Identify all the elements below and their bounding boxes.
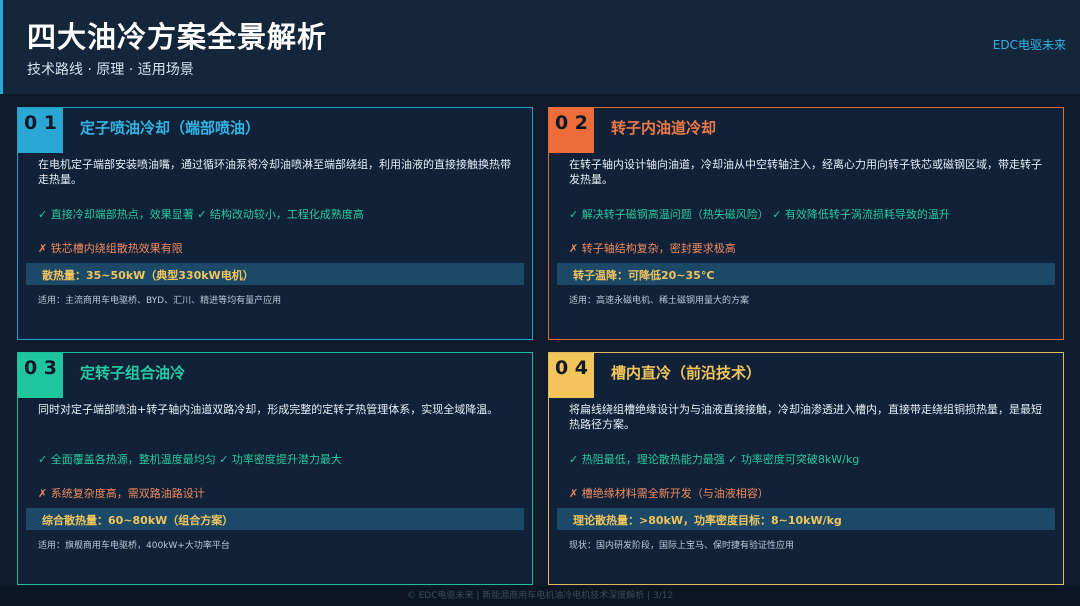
card-title: 定转子组合油冷 xyxy=(80,364,186,382)
slide-footer: © EDC电驱未来 | 新能源商用车电机油冷电机技术深度解析 | 3/12 xyxy=(0,586,1080,606)
card-cons: ✗ 槽绝缘材料需全新开发（与油液相容） xyxy=(569,487,769,500)
card-description: 将扁线绕组槽绝缘设计为与油液直接接触，冷却油渗透进入槽内，直接带走绕组铜损热量，… xyxy=(569,403,1042,431)
card-description: 在转子轴内设计轴向油道，冷却油从中空转轴注入，经离心力用向转子铁芯或磁钢区域，带… xyxy=(569,158,1042,186)
card-number-badge: 0 1 xyxy=(18,108,63,153)
card-metric-bar: 转子温降：可降低20~35°C xyxy=(557,263,1055,285)
card-title: 定子喷油冷却（端部喷油） xyxy=(80,119,261,137)
card-title: 槽内直冷（前沿技术） xyxy=(611,364,762,382)
card-metric-bar: 理论散热量：>80kW，功率密度目标：8~10kW/kg xyxy=(557,508,1055,530)
card-cons: ✗ 转子轴结构复杂，密封要求极高 xyxy=(569,242,736,255)
slide-header: 四大油冷方案全景解析 技术路线 · 原理 · 适用场景 EDC电驱未来 xyxy=(0,0,1080,94)
card-description: 在电机定子端部安装喷油嘴，通过循环油泵将冷却油喷淋至端部绕组，利用油液的直接接触… xyxy=(38,158,511,186)
slide-subtitle: 技术路线 · 原理 · 适用场景 xyxy=(27,62,194,78)
card-application: 适用：主流商用车电驱桥、BYD、汇川、精进等均有量产应用 xyxy=(38,296,282,306)
card-application: 适用：旗舰商用车电驱桥，400kW+大功率平台 xyxy=(38,541,230,551)
card-description: 同时对定子端部喷油+转子轴内油道双路冷却，形成完整的定转子热管理体系，实现全域降… xyxy=(38,403,499,416)
slide-title: 四大油冷方案全景解析 xyxy=(27,20,328,54)
card-pros: ✓ 全面覆盖各热源，整机温度最均匀 ✓ 功率密度提升潜力最大 xyxy=(38,453,342,466)
card-number-badge: 0 4 xyxy=(549,353,594,398)
card-pros: ✓ 直接冷却端部热点，效果显著 ✓ 结构改动较小，工程化成熟度高 xyxy=(38,208,364,221)
card-slot-direct-cooling: 0 4 槽内直冷（前沿技术） 将扁线绕组槽绝缘设计为与油液直接接触，冷却油渗透进… xyxy=(548,352,1064,585)
card-pros: ✓ 解决转子磁钢高温问题（热失磁风险） ✓ 有效降低转子涡流损耗导致的温升 xyxy=(569,208,950,221)
brand-label: EDC电驱未来 xyxy=(992,38,1066,52)
card-combined-oil-cooling: 0 3 定转子组合油冷 同时对定子端部喷油+转子轴内油道双路冷却，形成完整的定转… xyxy=(17,352,533,585)
card-metric: 综合散热量：60~80kW（组合方案） xyxy=(42,514,234,527)
card-stator-spray: 0 1 定子喷油冷却（端部喷油） 在电机定子端部安装喷油嘴，通过循环油泵将冷却油… xyxy=(17,107,533,340)
card-pros: ✓ 热阻最低，理论散热能力最强 ✓ 功率密度可突破8kW/kg xyxy=(569,453,860,466)
card-metric-bar: 综合散热量：60~80kW（组合方案） xyxy=(26,508,524,530)
card-cons: ✗ 系统复杂度高，需双路油路设计 xyxy=(38,487,205,500)
card-metric-bar: 散热量：35~50kW（典型330kW电机） xyxy=(26,263,524,285)
card-rotor-oil-channel: 0 2 转子内油道冷却 在转子轴内设计轴向油道，冷却油从中空转轴注入，经离心力用… xyxy=(548,107,1064,340)
card-title: 转子内油道冷却 xyxy=(611,119,717,137)
card-metric: 转子温降：可降低20~35°C xyxy=(573,269,715,282)
card-application: 适用：高速永磁电机、稀土磁钢用量大的方案 xyxy=(569,296,750,306)
card-application: 现状：国内研发阶段，国际上宝马、保时捷有验证性应用 xyxy=(569,541,795,551)
card-metric: 散热量：35~50kW（典型330kW电机） xyxy=(42,269,254,282)
card-number-badge: 0 2 xyxy=(549,108,594,153)
card-number-badge: 0 3 xyxy=(18,353,63,398)
card-metric: 理论散热量：>80kW，功率密度目标：8~10kW/kg xyxy=(573,514,842,527)
card-cons: ✗ 铁芯槽内绕组散热效果有限 xyxy=(38,242,183,255)
